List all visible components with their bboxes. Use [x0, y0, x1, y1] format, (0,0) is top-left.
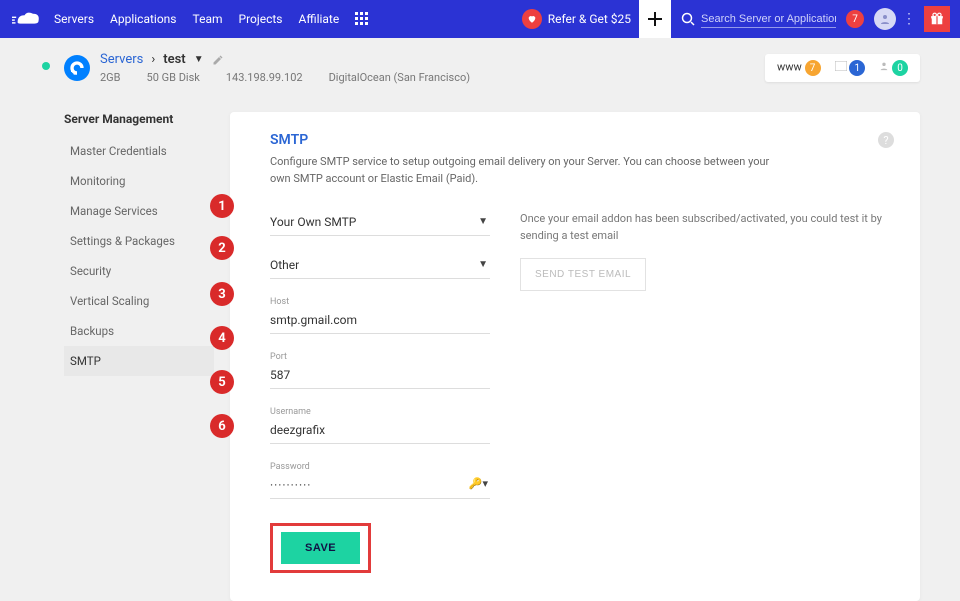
- chevron-down-icon[interactable]: ▼: [194, 54, 204, 65]
- refer-link[interactable]: Refer & Get $25: [522, 9, 631, 29]
- port-value: 587: [270, 364, 490, 389]
- server-disk: 50 GB Disk: [147, 71, 200, 84]
- server-ip: 143.198.99.102: [226, 71, 303, 84]
- heart-icon: [522, 9, 542, 29]
- host-label: Host: [270, 297, 490, 307]
- test-hint: Once your email addon has been subscribe…: [520, 211, 894, 244]
- panel-title: SMTP: [270, 132, 894, 148]
- smtp-password-field[interactable]: Password ·········· 🔑▾: [270, 462, 490, 499]
- port-label: Port: [270, 352, 490, 362]
- save-highlight: SAVE: [270, 523, 371, 573]
- nav-links: Servers Applications Team Projects Affil…: [54, 12, 339, 26]
- grid-icon[interactable]: [355, 12, 369, 26]
- smtp-username-field[interactable]: Username deezgrafix: [270, 407, 490, 444]
- env-apps[interactable]: 1: [835, 60, 866, 76]
- www-count: 7: [805, 60, 821, 76]
- refer-label: Refer & Get $25: [548, 12, 631, 26]
- step-5-badge: 5: [210, 370, 234, 394]
- smtp-type-value: Other: [270, 258, 299, 272]
- nav-applications[interactable]: Applications: [110, 12, 176, 26]
- status-dot-icon: [42, 62, 50, 70]
- smtp-provider-select[interactable]: Your Own SMTP ▼: [270, 211, 490, 236]
- step-2-badge: 2: [210, 236, 234, 260]
- sidebar-item-settings-packages[interactable]: Settings & Packages: [64, 226, 214, 256]
- breadcrumb-root[interactable]: Servers: [100, 52, 143, 67]
- step-4-badge: 4: [210, 326, 234, 350]
- send-test-email-button[interactable]: SEND TEST EMAIL: [520, 258, 646, 291]
- smtp-provider-value: Your Own SMTP: [270, 215, 356, 229]
- server-name: test: [163, 52, 185, 67]
- help-icon[interactable]: ?: [878, 132, 894, 148]
- brand-logo: [12, 11, 40, 27]
- nav-servers[interactable]: Servers: [54, 12, 94, 26]
- username-label: Username: [270, 407, 490, 417]
- smtp-type-select[interactable]: Other ▼: [270, 254, 490, 279]
- nav-projects[interactable]: Projects: [239, 12, 283, 26]
- server-header: Servers › test ▼ 2GB 50 GB Disk 143.198.…: [64, 52, 920, 84]
- sidebar-item-security[interactable]: Security: [64, 256, 214, 286]
- nav-team[interactable]: Team: [193, 12, 223, 26]
- www-label: www: [777, 61, 802, 74]
- sidebar-item-vertical-scaling[interactable]: Vertical Scaling: [64, 286, 214, 316]
- server-ram: 2GB: [100, 71, 121, 84]
- search-wrap: [681, 11, 836, 28]
- notification-badge[interactable]: 7: [846, 10, 864, 28]
- sidebar-item-master-credentials[interactable]: Master Credentials: [64, 136, 214, 166]
- chevron-down-icon: ▼: [478, 259, 488, 270]
- sidebar-item-backups[interactable]: Backups: [64, 316, 214, 346]
- chevron-down-icon: ▼: [478, 216, 488, 227]
- user-count: 0: [892, 60, 908, 76]
- panel-desc: Configure SMTP service to setup outgoing…: [270, 154, 790, 187]
- chevron-right-icon: ›: [151, 52, 155, 67]
- step-1-badge: 1: [210, 194, 234, 218]
- env-www[interactable]: www 7: [777, 60, 821, 76]
- smtp-port-field[interactable]: Port 587: [270, 352, 490, 389]
- sidebar-item-manage-services[interactable]: Manage Services: [64, 196, 214, 226]
- sidebar-title: Server Management: [64, 112, 214, 126]
- password-label: Password: [270, 462, 490, 472]
- save-button[interactable]: SAVE: [281, 532, 360, 564]
- server-provider: DigitalOcean (San Francisco): [329, 71, 471, 84]
- top-nav: Servers Applications Team Projects Affil…: [0, 0, 960, 38]
- kebab-icon[interactable]: ⋮: [902, 11, 916, 27]
- host-value: smtp.gmail.com: [270, 309, 490, 334]
- app-count: 1: [849, 60, 865, 76]
- username-value: deezgrafix: [270, 419, 490, 444]
- search-input[interactable]: [701, 11, 836, 28]
- step-6-badge: 6: [210, 414, 234, 438]
- sidebar: Server Management Master Credentials Mon…: [64, 112, 214, 376]
- add-button[interactable]: [639, 0, 671, 38]
- sidebar-item-smtp[interactable]: SMTP: [64, 346, 214, 376]
- smtp-panel: ? SMTP Configure SMTP service to setup o…: [230, 112, 920, 601]
- password-value: ··········: [270, 478, 311, 492]
- sidebar-item-monitoring[interactable]: Monitoring: [64, 166, 214, 196]
- env-users[interactable]: 0: [879, 60, 908, 76]
- gift-icon[interactable]: [924, 6, 950, 32]
- avatar-icon[interactable]: [874, 8, 896, 30]
- smtp-host-field[interactable]: Host smtp.gmail.com: [270, 297, 490, 334]
- key-icon[interactable]: 🔑▾: [469, 477, 488, 490]
- env-box: www 7 1 0: [765, 54, 920, 82]
- step-3-badge: 3: [210, 282, 234, 306]
- provider-icon: [64, 55, 90, 81]
- nav-affiliate[interactable]: Affiliate: [299, 12, 340, 26]
- edit-icon[interactable]: [212, 54, 224, 66]
